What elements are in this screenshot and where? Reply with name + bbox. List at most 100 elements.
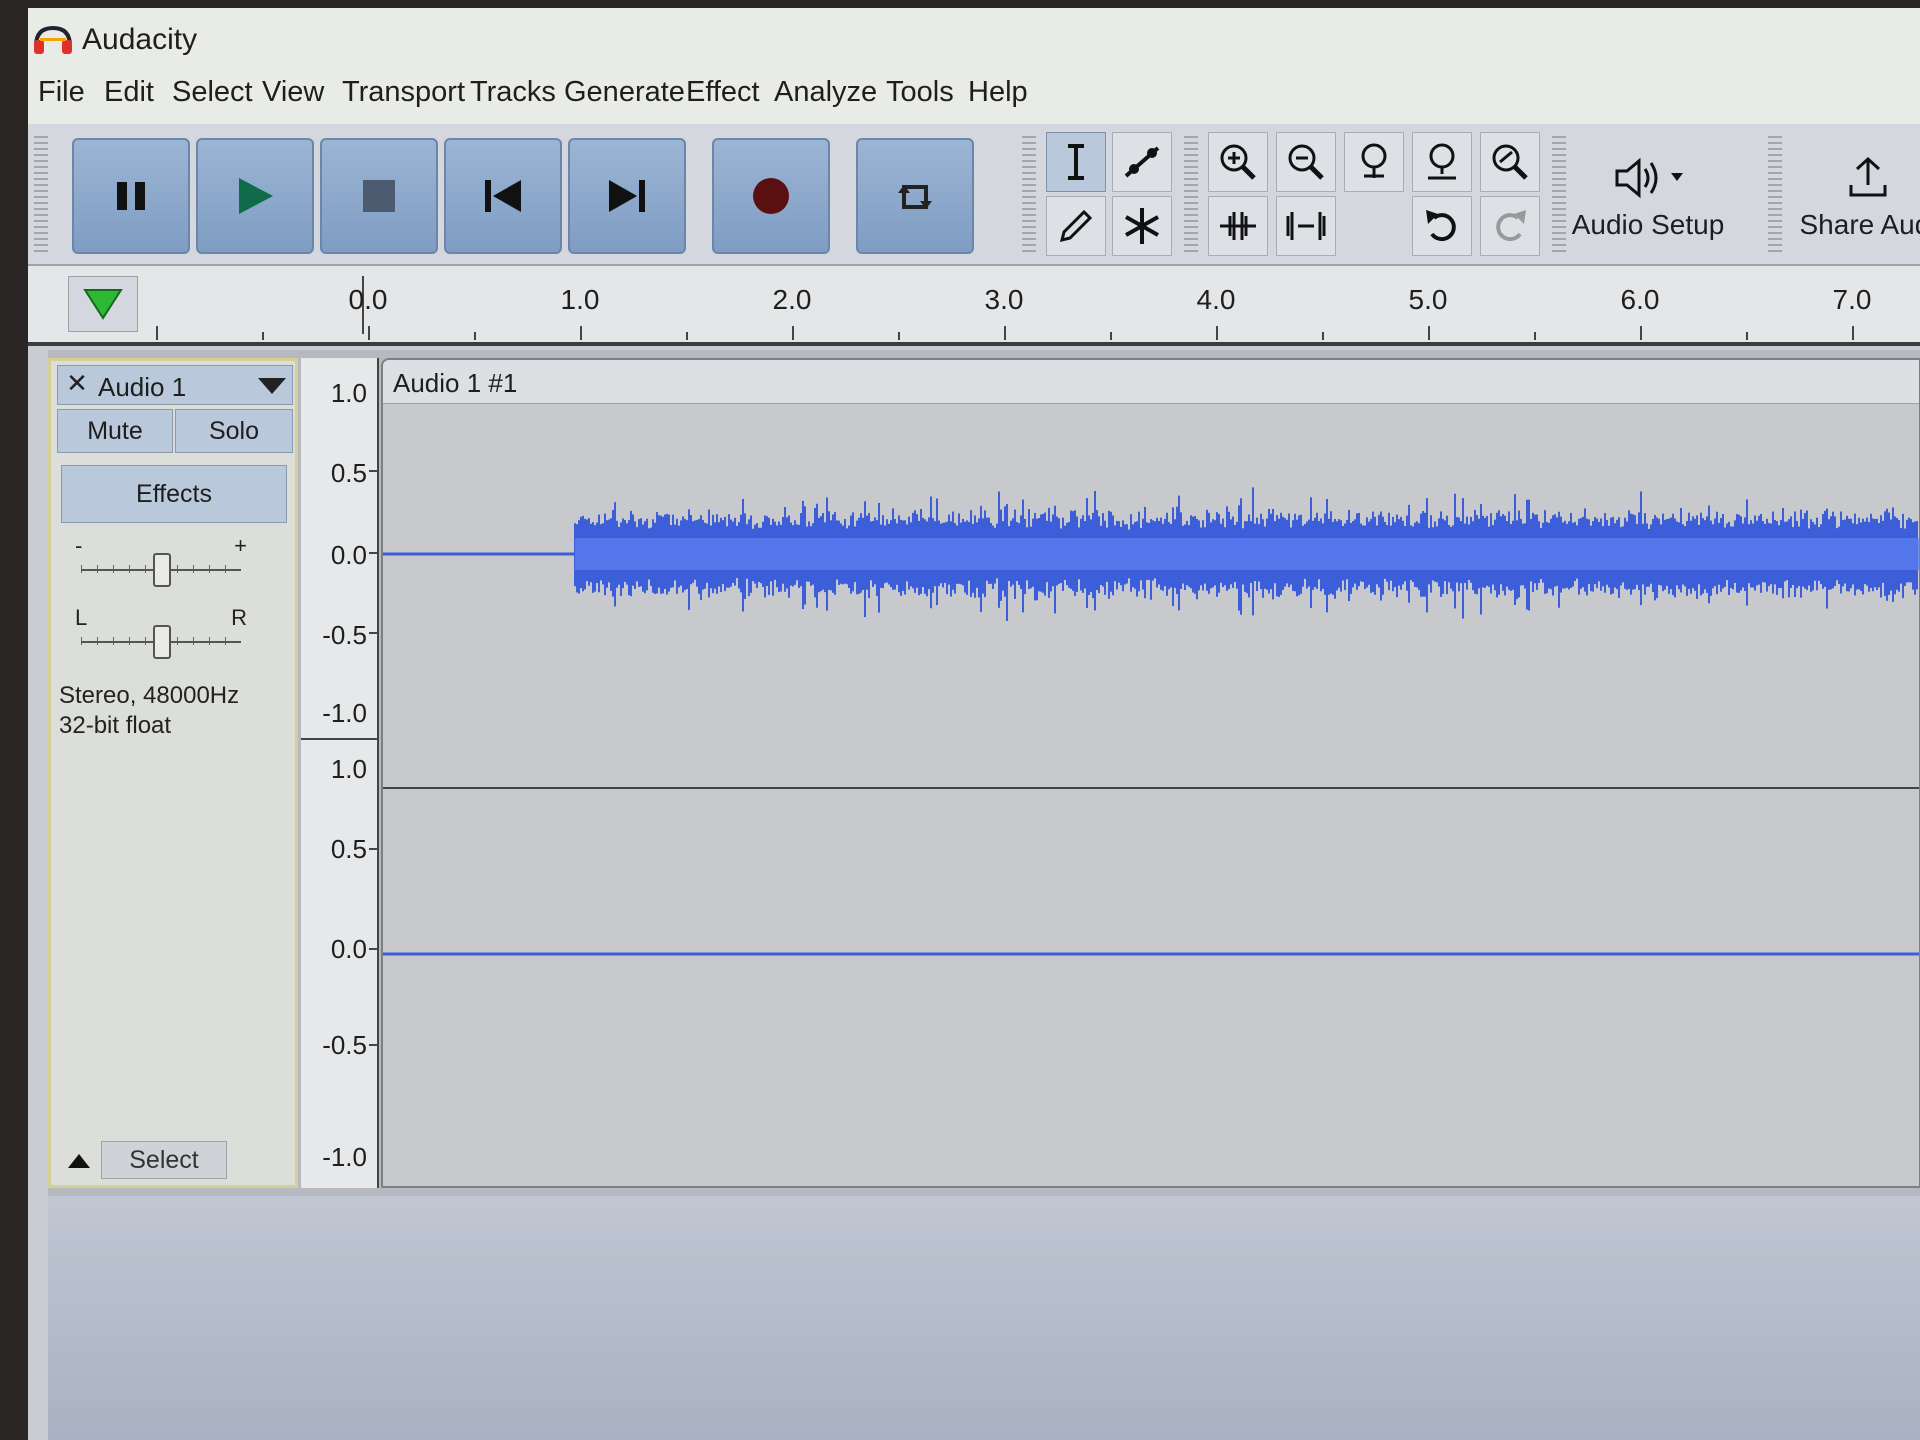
track-name[interactable]: Audio 1 xyxy=(98,372,186,403)
loop-icon xyxy=(898,185,932,209)
stop-button[interactable] xyxy=(320,138,438,254)
solo-button[interactable]: Solo xyxy=(175,409,293,453)
ruler-tick xyxy=(686,332,688,340)
track-format-line2: 32-bit float xyxy=(59,712,172,739)
fit-selection-button[interactable] xyxy=(1344,132,1404,192)
ruler-label: 0.0 xyxy=(348,284,388,315)
ruler-tick xyxy=(1322,332,1324,340)
menu-bar: File Edit Select View Transport Tracks G… xyxy=(28,58,1920,124)
play-button[interactable] xyxy=(196,138,314,254)
ruler-label: 3.0 xyxy=(984,284,1024,315)
pause-button[interactable] xyxy=(72,138,190,254)
amp-label: 0.0 xyxy=(330,540,367,570)
track-format-line1: Stereo, 48000Hz xyxy=(59,682,240,709)
close-track-icon[interactable]: ✕ xyxy=(62,368,92,399)
menu-tracks[interactable]: Tracks xyxy=(470,76,556,109)
ruler-tick xyxy=(156,326,158,340)
menu-transport[interactable]: Transport xyxy=(342,76,465,109)
trim-icon xyxy=(1220,212,1256,240)
select-track-button[interactable]: Select xyxy=(101,1141,227,1179)
silence-audio-button[interactable] xyxy=(1276,196,1336,256)
record-button[interactable] xyxy=(712,138,830,254)
undo-icon xyxy=(1426,210,1456,242)
ruler-tick xyxy=(1852,326,1854,340)
triangle-up-icon xyxy=(68,1154,90,1168)
share-audio-grip[interactable] xyxy=(1768,136,1782,254)
audio-clip[interactable]: Audio 1 #1 xyxy=(381,358,1920,1188)
skip-to-start-button[interactable] xyxy=(444,138,562,254)
collapse-track-button[interactable] xyxy=(61,1143,97,1179)
empty-track-area[interactable] xyxy=(48,1196,1920,1440)
zoom-fit-icon xyxy=(1428,143,1456,180)
ruler-label: 1.0 xyxy=(560,284,600,315)
ruler-label: 4.0 xyxy=(1196,284,1236,315)
menu-select[interactable]: Select xyxy=(172,76,253,109)
menu-effect[interactable]: Effect xyxy=(686,76,760,109)
ruler-tick xyxy=(1534,332,1536,340)
tools-toolbar-grip[interactable] xyxy=(1022,136,1036,254)
pause-icon xyxy=(117,182,145,210)
menu-analyze[interactable]: Analyze xyxy=(774,76,877,109)
ruler-label: 6.0 xyxy=(1620,284,1660,315)
waveform-display[interactable] xyxy=(383,404,1919,1188)
menu-tools[interactable]: Tools xyxy=(886,76,954,109)
zoom-toggle-button[interactable] xyxy=(1480,132,1540,192)
toolbar: Audio Setup Share Audi xyxy=(28,124,1920,266)
undo-button[interactable] xyxy=(1412,196,1472,256)
menu-file[interactable]: File xyxy=(38,76,85,109)
amp-tick xyxy=(369,632,377,634)
fit-project-button[interactable] xyxy=(1412,132,1472,192)
ruler-tick xyxy=(368,326,370,340)
amplitude-ruler[interactable]: 1.0 0.5 0.0 -0.5 -1.0 1.0 0.5 0.0 -0.5 -… xyxy=(301,358,379,1188)
zoom-in-button[interactable] xyxy=(1208,132,1268,192)
share-audio-label: Share Audi xyxy=(1799,209,1920,240)
envelope-tool[interactable] xyxy=(1112,132,1172,192)
edit-toolbar-grip[interactable] xyxy=(1184,136,1198,254)
gain-slider[interactable]: - + xyxy=(71,533,251,587)
menu-generate[interactable]: Generate xyxy=(564,76,685,109)
zoom-out-button[interactable] xyxy=(1276,132,1336,192)
zoom-selection-icon xyxy=(1361,143,1387,178)
skip-start-icon xyxy=(485,180,521,212)
menu-edit[interactable]: Edit xyxy=(104,76,154,109)
amp-tick xyxy=(369,948,377,950)
share-upload-icon xyxy=(1849,156,1887,197)
track-menu-dropdown-icon[interactable] xyxy=(258,378,286,394)
channel-divider xyxy=(301,738,377,740)
audio-setup-button[interactable]: Audio Setup xyxy=(1558,138,1738,256)
share-audio-button[interactable]: Share Audi xyxy=(1788,138,1920,256)
amp-label: 0.5 xyxy=(330,834,367,864)
title-bar: Audacity xyxy=(28,8,1920,58)
ruler-label: 5.0 xyxy=(1408,284,1448,315)
timeline-options-button[interactable] xyxy=(68,276,138,332)
menu-help[interactable]: Help xyxy=(968,76,1028,109)
ruler-label: 2.0 xyxy=(772,284,812,315)
selection-tool[interactable] xyxy=(1046,132,1106,192)
pan-slider-thumb[interactable] xyxy=(153,625,171,659)
pan-left-label: L xyxy=(75,605,88,630)
record-icon xyxy=(753,178,789,214)
effects-button[interactable]: Effects xyxy=(61,465,287,523)
loop-button[interactable] xyxy=(856,138,974,254)
waveform-rms-band xyxy=(575,538,1919,570)
transport-toolbar-grip[interactable] xyxy=(34,136,48,254)
menu-view[interactable]: View xyxy=(262,76,324,109)
redo-button[interactable] xyxy=(1480,196,1540,256)
draw-tool[interactable] xyxy=(1046,196,1106,256)
amp-label: -0.5 xyxy=(322,1030,367,1060)
pan-slider[interactable]: L R xyxy=(71,605,251,659)
ruler-tick xyxy=(580,326,582,340)
mute-button[interactable]: Mute xyxy=(57,409,173,453)
amp-tick xyxy=(369,848,377,850)
ruler-tick xyxy=(1746,332,1748,340)
clip-title-bar[interactable]: Audio 1 #1 xyxy=(383,360,1919,404)
skip-to-end-button[interactable] xyxy=(568,138,686,254)
amp-label: -0.5 xyxy=(322,620,367,650)
envelope-icon xyxy=(1124,146,1160,178)
timeline-ruler[interactable]: 0.0 1.0 2.0 3.0 4.0 5.0 6.0 7.0 xyxy=(28,266,1920,346)
ruler-tick xyxy=(792,326,794,340)
play-head-triangle-icon xyxy=(83,289,123,320)
multi-tool[interactable] xyxy=(1112,196,1172,256)
gain-slider-thumb[interactable] xyxy=(153,553,171,587)
trim-audio-button[interactable] xyxy=(1208,196,1268,256)
